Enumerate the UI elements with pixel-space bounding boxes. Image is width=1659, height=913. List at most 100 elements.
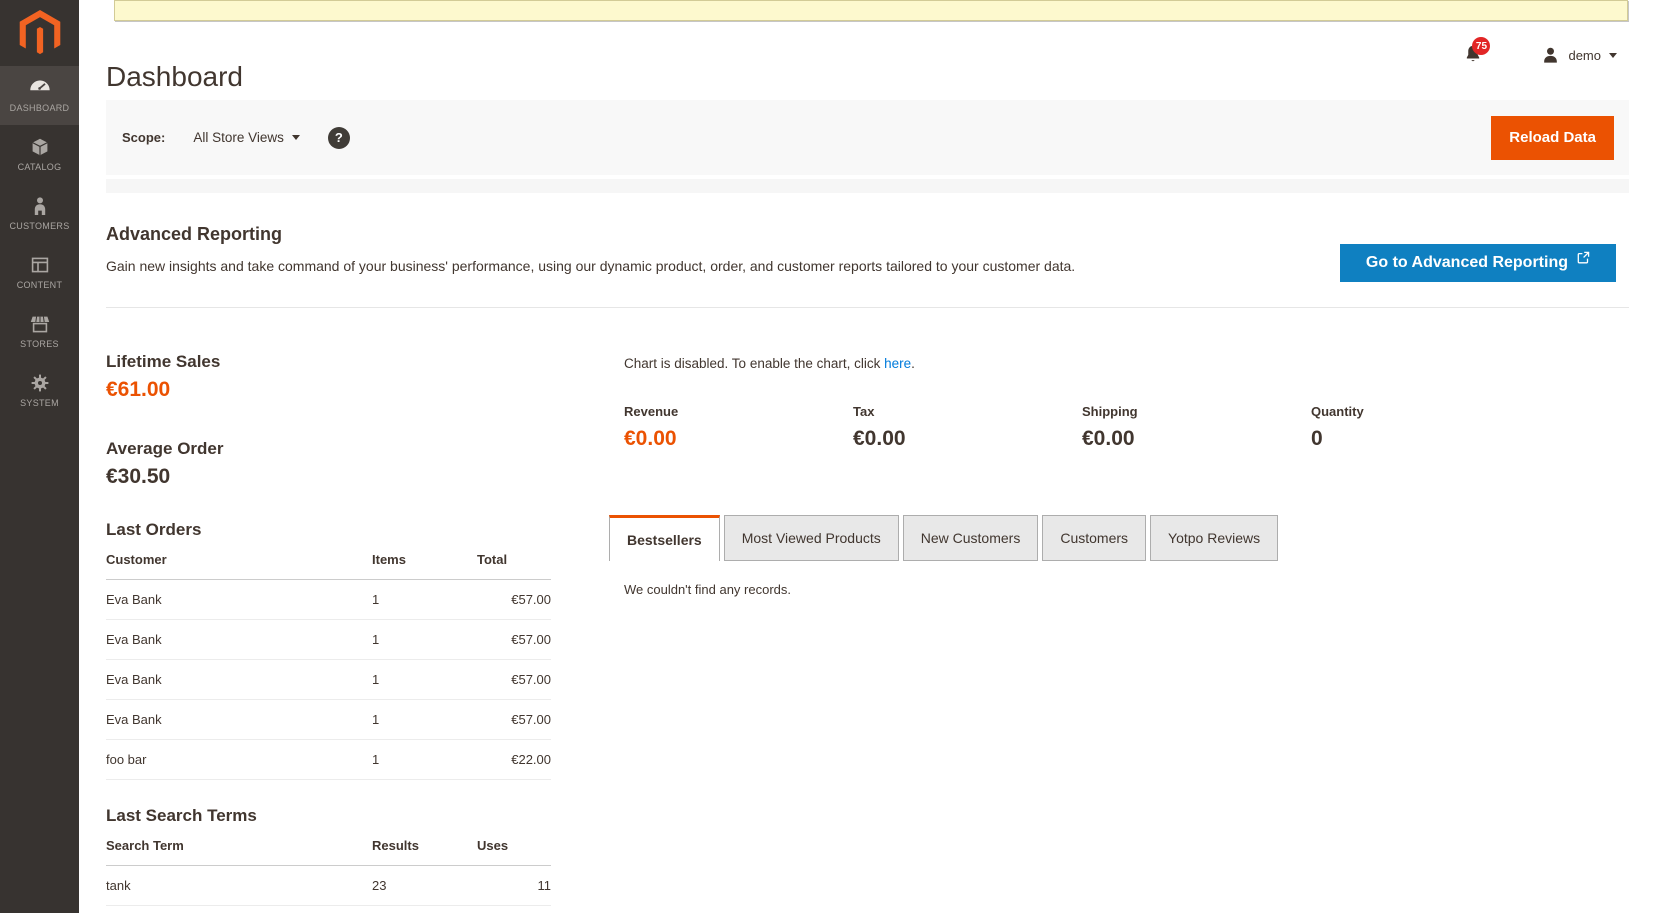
advanced-reporting-section: Advanced Reporting Gain new insights and…	[106, 208, 1629, 308]
order-items: 1	[372, 580, 477, 620]
store-view-value: All Store Views	[193, 130, 284, 145]
chart-notice-period: .	[911, 356, 915, 371]
user-avatar-icon	[1541, 46, 1560, 65]
notifications-count-badge: 75	[1472, 37, 1490, 55]
tab-yotpo-reviews[interactable]: Yotpo Reviews	[1150, 515, 1278, 561]
total-label: Revenue	[624, 404, 853, 419]
lifetime-sales-label: Lifetime Sales	[106, 352, 220, 372]
total-value: 0	[1311, 427, 1540, 451]
admin-sidebar: DASHBOARD CATALOG CUSTOMERS CONTENT	[0, 0, 79, 913]
page-title: Dashboard	[106, 61, 243, 93]
scope-label: Scope:	[122, 130, 165, 145]
total-label: Quantity	[1311, 404, 1540, 419]
order-total: €57.00	[477, 620, 551, 660]
totals-row: Revenue €0.00 Tax €0.00 Shipping €0.00 Q…	[624, 404, 1540, 451]
table-row[interactable]: Eva Bank 1 €57.00	[106, 580, 551, 620]
table-row[interactable]: Eva Bank 1 €57.00	[106, 620, 551, 660]
order-total: €57.00	[477, 580, 551, 620]
total-value: €0.00	[624, 427, 853, 451]
sidebar-item-dashboard[interactable]: DASHBOARD	[0, 66, 79, 125]
sidebar-item-customers[interactable]: CUSTOMERS	[0, 184, 79, 243]
column-header-uses: Uses	[477, 838, 551, 866]
gauge-icon	[29, 78, 51, 98]
layout-icon	[30, 255, 50, 275]
order-items: 1	[372, 700, 477, 740]
total-label: Tax	[853, 404, 1082, 419]
column-header-search-term: Search Term	[106, 838, 372, 866]
order-customer: foo bar	[106, 740, 372, 780]
total-tax: Tax €0.00	[853, 404, 1082, 451]
sidebar-item-label: CATALOG	[18, 162, 62, 172]
main-content: Dashboard 75 demo Scope: All	[79, 0, 1659, 913]
table-header-row: Customer Items Total	[106, 552, 551, 580]
table-row[interactable]: Eva Bank 1 €57.00	[106, 700, 551, 740]
sidebar-item-label: STORES	[20, 339, 59, 349]
total-revenue: Revenue €0.00	[624, 404, 853, 451]
gear-icon	[30, 373, 50, 393]
lifetime-sales-value: €61.00	[106, 378, 170, 402]
storefront-icon	[29, 314, 51, 334]
enable-chart-link[interactable]: here	[884, 356, 911, 371]
total-quantity: Quantity 0	[1311, 404, 1540, 451]
tab-customers[interactable]: Customers	[1042, 515, 1146, 561]
notification-bar	[114, 0, 1628, 21]
column-header-items: Items	[372, 552, 477, 580]
sidebar-item-content[interactable]: CONTENT	[0, 243, 79, 302]
column-header-results: Results	[372, 838, 477, 866]
average-order-value: €30.50	[106, 465, 170, 489]
magento-admin-dashboard: DASHBOARD CATALOG CUSTOMERS CONTENT	[0, 0, 1659, 913]
tab-most-viewed-products[interactable]: Most Viewed Products	[724, 515, 899, 561]
search-uses: 11	[477, 866, 551, 906]
average-order-label: Average Order	[106, 439, 223, 459]
column-header-customer: Customer	[106, 552, 372, 580]
sidebar-item-label: CUSTOMERS	[9, 221, 69, 231]
last-search-terms-title: Last Search Terms	[106, 806, 257, 826]
dashboard-tabs: Bestsellers Most Viewed Products New Cus…	[609, 515, 1282, 561]
chevron-down-icon	[1609, 53, 1617, 58]
person-icon	[30, 196, 50, 216]
scope-toolbar: Scope: All Store Views ? Reload Data	[106, 100, 1629, 175]
order-total: €22.00	[477, 740, 551, 780]
tab-new-customers[interactable]: New Customers	[903, 515, 1039, 561]
magento-logo[interactable]	[0, 0, 79, 66]
total-value: €0.00	[1082, 427, 1311, 451]
table-row[interactable]: foo bar 1 €22.00	[106, 740, 551, 780]
chart-notice-text: Chart is disabled. To enable the chart, …	[624, 356, 884, 371]
search-results: 23	[372, 866, 477, 906]
go-to-advanced-reporting-button[interactable]: Go to Advanced Reporting	[1340, 244, 1616, 282]
order-customer: Eva Bank	[106, 580, 372, 620]
sidebar-item-label: SYSTEM	[20, 398, 59, 408]
chevron-down-icon	[292, 135, 300, 140]
sidebar-item-stores[interactable]: STORES	[0, 302, 79, 361]
table-row[interactable]: Eva Bank 1 €57.00	[106, 660, 551, 700]
total-label: Shipping	[1082, 404, 1311, 419]
order-total: €57.00	[477, 660, 551, 700]
sidebar-item-system[interactable]: SYSTEM	[0, 361, 79, 420]
help-icon[interactable]: ?	[328, 127, 350, 149]
advanced-reporting-description: Gain new insights and take command of yo…	[106, 258, 1075, 274]
notifications-button[interactable]: 75	[1463, 44, 1485, 66]
order-items: 1	[372, 660, 477, 700]
last-orders-table: Customer Items Total Eva Bank 1 €57.00 E…	[106, 552, 551, 780]
total-shipping: Shipping €0.00	[1082, 404, 1311, 451]
last-orders-title: Last Orders	[106, 520, 201, 540]
sidebar-item-label: CONTENT	[17, 280, 63, 290]
sidebar-item-catalog[interactable]: CATALOG	[0, 125, 79, 184]
store-view-switcher[interactable]: All Store Views	[193, 130, 300, 145]
order-customer: Eva Bank	[106, 700, 372, 740]
advanced-reporting-title: Advanced Reporting	[106, 224, 282, 245]
advanced-reporting-button-label: Go to Advanced Reporting	[1366, 254, 1568, 272]
order-items: 1	[372, 620, 477, 660]
order-customer: Eva Bank	[106, 620, 372, 660]
order-customer: Eva Bank	[106, 660, 372, 700]
order-items: 1	[372, 740, 477, 780]
box-icon	[30, 137, 50, 157]
magento-logo-icon	[19, 10, 61, 56]
search-term: tank	[106, 866, 372, 906]
empty-records-message: We couldn't find any records.	[624, 582, 791, 597]
tab-bestsellers[interactable]: Bestsellers	[609, 515, 720, 561]
username: demo	[1568, 48, 1601, 63]
reload-data-button[interactable]: Reload Data	[1491, 116, 1614, 160]
user-menu[interactable]: demo	[1541, 46, 1617, 65]
table-row[interactable]: tank 23 11	[106, 866, 551, 906]
